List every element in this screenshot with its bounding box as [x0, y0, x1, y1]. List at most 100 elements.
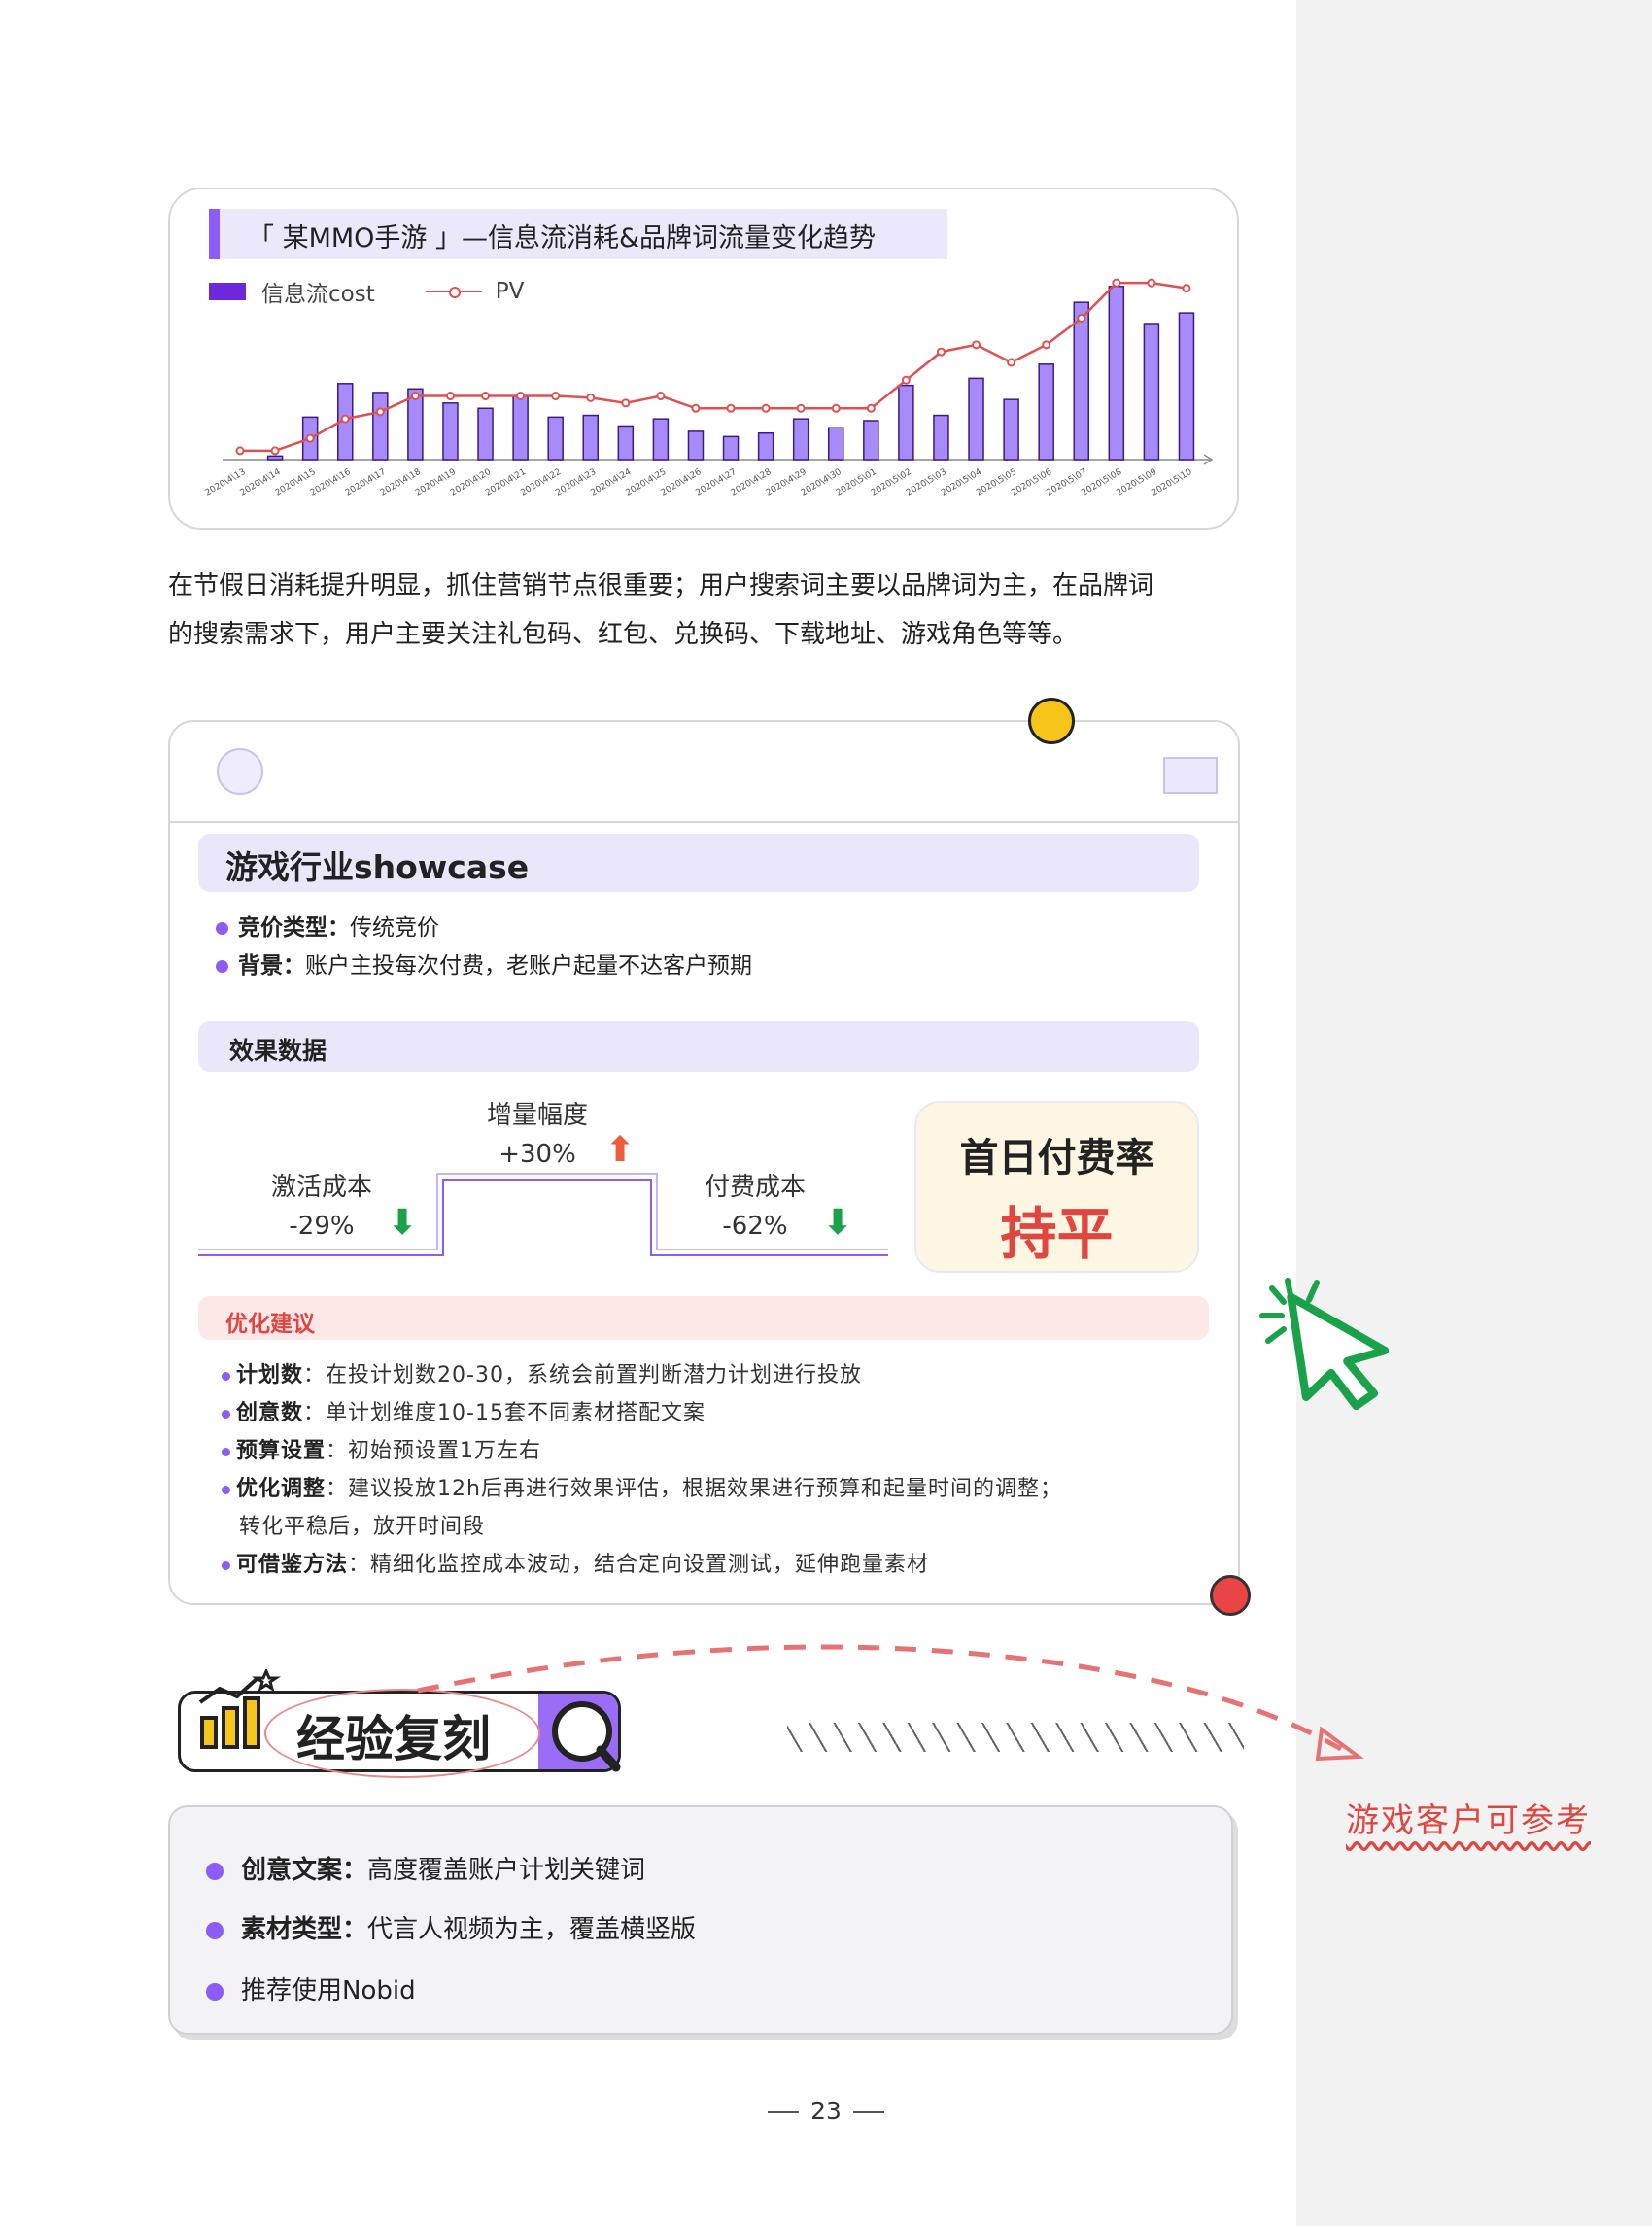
pv-point-2020\4\14 [270, 446, 280, 456]
pv-point-2020\4\22 [551, 392, 561, 401]
page-number: 23 [0, 2097, 1652, 2125]
bar-2020\5\06 [1038, 363, 1054, 461]
info-value: 账户主投每次付费，老账户起量不达客户预期 [305, 953, 752, 978]
dashed-arrow-decoration [417, 1644, 1364, 1762]
stat-value: -62% [722, 1212, 788, 1241]
bar-2020\5\04 [968, 377, 984, 461]
showcase-title: 游戏行业showcase [225, 848, 530, 886]
dashed-arrow-path [417, 1644, 1343, 1752]
bar-2020\4\21 [512, 394, 529, 461]
icon-bar [200, 1716, 218, 1749]
bullet-dot [222, 1485, 230, 1494]
bullet-dot [216, 960, 228, 973]
bullet-dot [216, 922, 228, 935]
dashed-arrow-head [1315, 1726, 1364, 1762]
bullet-dot [206, 1982, 224, 2001]
bullet-dot [206, 1862, 224, 1880]
experience-item: 创意文案：高度覆盖账户计划关键词 [206, 1850, 645, 1886]
card-header-divider [170, 821, 1238, 823]
bar-2020\4\17 [372, 392, 389, 461]
experience-value: 代言人视频为主，覆盖横竖版 [367, 1915, 697, 1944]
pv-point-2020\4\21 [516, 392, 526, 401]
cursor-arrow [1287, 1292, 1390, 1411]
pv-point-2020\4\17 [375, 407, 385, 417]
experience-item: 推荐使用Nobid [206, 1970, 416, 2006]
bar-2020\5\02 [898, 384, 914, 461]
advice-item: 创意数：单计划维度10-15套不同素材搭配文案 [222, 1395, 706, 1426]
pv-point-2020\5\04 [972, 340, 981, 350]
click-spark [1269, 1285, 1287, 1305]
bullet-dot [206, 1921, 224, 1939]
advice-value: ：建议投放12h后再进行效果评估，根据效果进行预算和起量时间的调整； [326, 1477, 1062, 1501]
card-circle-decoration [217, 748, 263, 795]
icon-star [252, 1669, 281, 1693]
bar-2020\5\10 [1178, 312, 1195, 461]
click-spark [1265, 1326, 1287, 1344]
bar-2020\5\07 [1073, 301, 1089, 461]
bar-2020\4\23 [582, 414, 599, 461]
effect-title: 效果数据 [229, 1037, 327, 1065]
advice-value: 转化平稳后，放开时间段 [239, 1515, 486, 1539]
up-arrow-icon: ⬆ [605, 1130, 636, 1170]
page-number-value: 23 [810, 2097, 842, 2125]
info-label: 背景： [238, 953, 305, 978]
stat-value: +30% [499, 1140, 576, 1169]
bullet-dot [222, 1447, 230, 1456]
experience-value: 推荐使用Nobid [241, 1976, 416, 2005]
experience-label: 创意文案： [241, 1856, 368, 1885]
pv-point-2020\4\28 [761, 403, 771, 413]
pv-point-2020\5\10 [1182, 284, 1191, 293]
bar-2020\4\26 [687, 430, 705, 461]
stat-activation-cost: 激活成本 -29% [258, 1168, 385, 1246]
info-value: 传统竞价 [350, 915, 439, 941]
advice-item: 预算设置：初始预设置1万左右 [222, 1433, 541, 1464]
bullet-dot [222, 1560, 230, 1570]
pv-point-2020\4\24 [621, 398, 631, 408]
advice-label: 创意数 [236, 1401, 304, 1425]
card-rect-decoration [1163, 757, 1218, 794]
advice-title: 优化建议 [225, 1312, 315, 1337]
pv-point-2020\5\01 [866, 403, 876, 413]
pv-point-2020\4\26 [691, 403, 701, 413]
first-day-rate-box: 首日付费率 持平 [914, 1101, 1199, 1273]
advice-value: ：单计划维度10-15套不同素材搭配文案 [303, 1401, 706, 1425]
pv-point-2020\4\19 [445, 392, 455, 401]
intro-line-1: 在节假日消耗提升明显，抓住营销节点很重要；用户搜索词主要以品牌词为主，在品牌词 [168, 571, 1154, 600]
advice-item: 可借鉴方法：精细化监控成本波动，结合定向设置测试，延伸跑量素材 [222, 1547, 929, 1578]
advice-label: 优化调整 [236, 1477, 327, 1501]
bar-2020\5\05 [1003, 398, 1019, 461]
pv-point-2020\5\05 [1007, 358, 1016, 367]
bar-2020\4\29 [792, 418, 809, 461]
right-margin-panel [1296, 0, 1652, 2226]
pv-point-2020\4\23 [586, 393, 596, 402]
stat-increase: 增量幅度 +30% [474, 1096, 601, 1174]
info-label: 竞价类型： [238, 915, 350, 941]
pv-point-2020\4\16 [340, 414, 350, 424]
red-dot-decoration [1210, 1575, 1251, 1616]
trend-chart-card: 「 某MMO手游 」—信息流消耗&品牌词流量变化趋势 信息流cost PV 20… [168, 188, 1239, 530]
pv-point-2020\5\03 [936, 347, 946, 357]
info-row-background: 背景：账户主投每次付费，老账户起量不达客户预期 [216, 946, 752, 979]
first-day-rate-value: 持平 [1000, 1201, 1114, 1267]
first-day-rate-label: 首日付费率 [959, 1136, 1154, 1181]
pv-point-2020\4\27 [726, 403, 736, 413]
icon-bar [243, 1696, 260, 1749]
click-cursor-icon [1259, 1278, 1390, 1411]
pv-point-2020\5\09 [1147, 278, 1156, 288]
pv-point-2020\4\25 [656, 392, 666, 401]
x-tick-label: 2020\5\10 [1150, 467, 1193, 498]
pv-point-2020\5\07 [1077, 314, 1086, 324]
experience-value: 高度覆盖账户计划关键词 [367, 1856, 646, 1885]
experience-label: 素材类型： [241, 1915, 368, 1944]
pv-point-2020\4\15 [305, 433, 315, 443]
bullet-dot [222, 1409, 230, 1419]
down-arrow-icon: ⬇ [823, 1203, 853, 1243]
advice-item: 优化调整：建议投放12h后再进行效果评估，根据效果进行预算和起量时间的调整； [222, 1471, 1062, 1502]
intro-paragraph: 在节假日消耗提升明显，抓住营销节点很重要；用户搜索词主要以品牌词为主，在品牌词 … [168, 562, 1256, 659]
pv-point-2020\4\29 [796, 403, 806, 413]
client-reference-note: 游戏客户可参考 [1346, 1801, 1591, 1840]
advice-value: ：初始预设置1万左右 [326, 1439, 542, 1463]
bar-2020\4\24 [617, 425, 635, 461]
info-row-bid-type: 竞价类型：传统竞价 [216, 908, 439, 942]
pv-point-2020\4\13 [235, 446, 245, 456]
